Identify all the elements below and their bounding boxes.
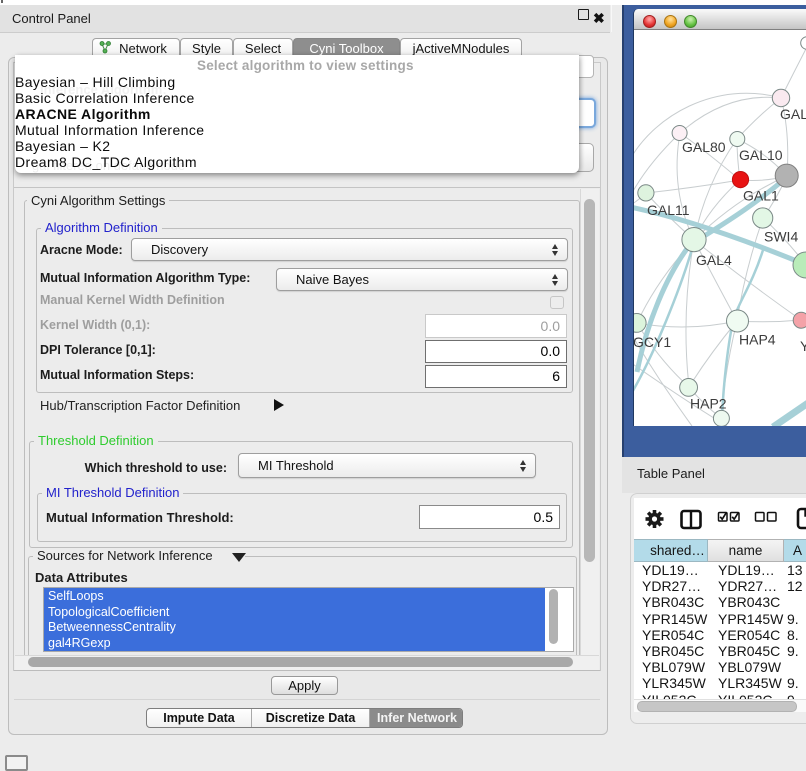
svg-text:HAP2: HAP2: [690, 396, 727, 412]
svg-text:GAL1: GAL1: [743, 188, 779, 204]
svg-text:GCY1: GCY1: [634, 334, 671, 350]
svg-text:GAL4: GAL4: [696, 252, 732, 268]
svg-text:GAL80: GAL80: [682, 139, 726, 155]
svg-text:GAL11: GAL11: [647, 202, 690, 218]
svg-text:HAP4: HAP4: [739, 332, 776, 348]
svg-text:GAL: GAL: [780, 106, 806, 122]
svg-text:SWI4: SWI4: [764, 229, 798, 245]
svg-text:Y: Y: [800, 338, 806, 354]
svg-text:GAL10: GAL10: [739, 147, 783, 163]
